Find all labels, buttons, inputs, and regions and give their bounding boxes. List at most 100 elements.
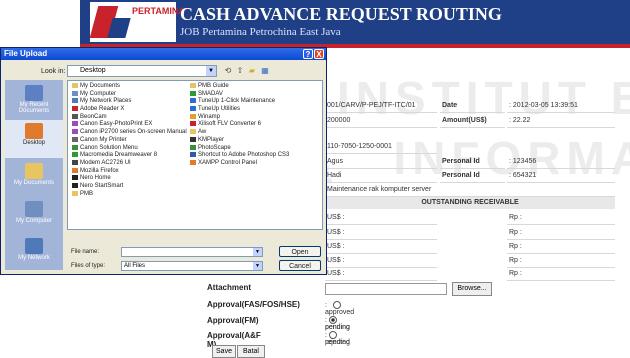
list-item[interactable]: Modem AC2726 UI bbox=[72, 159, 187, 168]
close-icon[interactable]: X bbox=[314, 49, 324, 59]
list-item[interactable]: Nero StartSmart bbox=[72, 182, 187, 191]
place-label: My Computer bbox=[15, 218, 52, 224]
file-name: PhotoScape bbox=[198, 144, 231, 151]
os-rp-5: Rp : bbox=[507, 267, 615, 281]
file-name: Canon Solution Menu bbox=[80, 144, 138, 151]
file-name: BeonCam bbox=[80, 113, 107, 120]
date-value: : 2012-03-05 13:39:51 bbox=[507, 99, 615, 113]
back-icon[interactable]: ⟲ bbox=[223, 66, 233, 76]
file-type-select[interactable]: All Files ▼ bbox=[121, 261, 263, 271]
list-item[interactable]: SMADAV bbox=[190, 90, 289, 99]
list-item[interactable]: KMPlayer bbox=[190, 136, 289, 145]
save-button[interactable]: Save bbox=[212, 345, 236, 358]
logo-shape-blue bbox=[107, 18, 131, 38]
attachment-input[interactable] bbox=[325, 283, 447, 295]
list-item[interactable]: PMB Guide bbox=[190, 83, 289, 91]
my-documents-icon bbox=[25, 163, 43, 179]
os-rp-3: Rp : bbox=[507, 240, 615, 254]
list-item[interactable]: Nero Home bbox=[72, 175, 187, 183]
place-label: Desktop bbox=[22, 140, 45, 146]
chevron-down-icon[interactable]: ▼ bbox=[206, 66, 216, 76]
file-name: Aw bbox=[198, 129, 207, 136]
list-item[interactable]: Mozilla Firefox bbox=[72, 167, 187, 176]
page-title: CASH ADVANCE REQUEST ROUTING bbox=[180, 4, 502, 24]
pertamina-logo: PERTAMINA bbox=[89, 2, 185, 42]
list-item[interactable]: Canon iP2700 series On-screen Manual bbox=[72, 129, 187, 137]
description: Maintenance rak komputer server bbox=[325, 183, 615, 197]
folder-icon bbox=[72, 190, 78, 196]
list-item[interactable]: My Documents bbox=[72, 83, 187, 91]
file-name: Canon My Printer bbox=[80, 136, 127, 143]
approved-radio[interactable] bbox=[332, 301, 341, 309]
my-computer-icon bbox=[25, 201, 43, 217]
new-folder-icon[interactable]: ▰ bbox=[247, 66, 257, 76]
os-rp-1: Rp : bbox=[507, 211, 615, 225]
personal-id-value-2: : 654321 bbox=[507, 169, 615, 183]
place-my-computer[interactable]: My Computer bbox=[5, 198, 63, 236]
list-item[interactable]: Adobe Reader X bbox=[72, 106, 187, 114]
ref-number: 001/CARV/P-PEJ/TF-ITC/01 bbox=[325, 99, 437, 113]
dreamweaver-icon bbox=[72, 152, 78, 158]
place-label: My Recent Documents bbox=[18, 102, 50, 114]
list-item[interactable]: Macromedia Dreamweaver 8 bbox=[72, 152, 187, 160]
file-name: Winamp bbox=[198, 113, 221, 120]
list-item[interactable]: PMB bbox=[72, 190, 187, 199]
list-item[interactable]: Aw bbox=[190, 129, 289, 137]
up-folder-icon[interactable]: ⇧ bbox=[235, 66, 245, 76]
camera-icon bbox=[72, 113, 78, 119]
file-name: XAMPP Control Panel bbox=[198, 159, 257, 166]
list-item[interactable]: My Network Places bbox=[72, 98, 187, 106]
open-button[interactable]: Open bbox=[279, 246, 321, 257]
place-my-network[interactable]: My Network bbox=[5, 235, 63, 273]
file-list[interactable]: My Documents My Computer My Network Plac… bbox=[67, 80, 323, 230]
converter-icon bbox=[190, 121, 196, 127]
chevron-down-icon[interactable]: ▼ bbox=[253, 248, 262, 256]
file-name: Canon Easy-PhotoPrint EX bbox=[80, 121, 153, 128]
place-desktop[interactable]: Desktop bbox=[5, 120, 63, 158]
approval-colon: : bbox=[325, 301, 327, 309]
list-item[interactable]: BeonCam bbox=[72, 113, 187, 122]
dialog-titlebar[interactable]: File Upload ? X bbox=[1, 48, 326, 60]
app-icon bbox=[72, 129, 78, 135]
app-icon bbox=[72, 121, 78, 127]
network-icon bbox=[72, 98, 78, 104]
list-item[interactable]: Winamp bbox=[190, 113, 289, 122]
file-name: KMPlayer bbox=[198, 136, 225, 143]
place-label: My Network bbox=[18, 255, 50, 261]
cancel-button[interactable]: Cancel bbox=[279, 260, 321, 271]
list-item[interactable]: TuneUp Utilities bbox=[190, 106, 289, 114]
outstanding-header: OUTSTANDING RECEIVABLE bbox=[325, 197, 615, 209]
page-header: PERTAMINA CASH ADVANCE REQUEST ROUTING J… bbox=[80, 0, 630, 44]
list-item[interactable]: XAMPP Control Panel bbox=[190, 159, 289, 168]
approved-label: approved bbox=[325, 309, 355, 316]
file-list-column-1: My Documents My Computer My Network Plac… bbox=[72, 83, 187, 198]
file-name: Canon iP2700 series On-screen Manual bbox=[80, 129, 187, 136]
file-name: My Network Places bbox=[80, 98, 132, 105]
place-recent[interactable]: My Recent Documents bbox=[5, 82, 63, 120]
list-item[interactable]: Canon Easy-PhotoPrint EX bbox=[72, 121, 187, 129]
list-item[interactable]: PhotoScape bbox=[190, 144, 289, 153]
list-item[interactable]: Xilisoft FLV Converter 6 bbox=[190, 121, 289, 129]
xampp-icon bbox=[190, 159, 196, 165]
browse-button[interactable]: Browse... bbox=[452, 282, 492, 296]
views-menu-icon[interactable]: ▦ bbox=[260, 66, 270, 76]
list-item[interactable]: TuneUp 1-Click Maintenance bbox=[190, 98, 289, 106]
cancel-form-button[interactable]: Batal bbox=[237, 345, 265, 358]
list-item[interactable]: Shortcut to Adobe Photoshop CS3 bbox=[190, 152, 289, 160]
chevron-down-icon[interactable]: ▼ bbox=[253, 262, 262, 270]
date-label: Date bbox=[440, 99, 505, 113]
amount-usd-label: Amount(US$) bbox=[440, 114, 505, 128]
place-my-documents[interactable]: My Documents bbox=[5, 160, 63, 198]
list-item[interactable]: Canon My Printer bbox=[72, 136, 187, 145]
list-item[interactable]: Canon Solution Menu bbox=[72, 144, 187, 153]
photoshop-icon bbox=[190, 152, 196, 158]
help-icon[interactable]: ? bbox=[303, 49, 313, 59]
personal-id-label-2: Personal Id bbox=[440, 169, 505, 183]
look-in-select[interactable]: Desktop ▼ bbox=[67, 65, 217, 77]
file-name-input[interactable]: ▼ bbox=[121, 247, 263, 257]
amount-value: 200000 bbox=[325, 114, 437, 128]
modem-icon bbox=[72, 159, 78, 165]
file-name: Adobe Reader X bbox=[80, 106, 125, 113]
list-item[interactable]: My Computer bbox=[72, 90, 187, 99]
os-rp-2: Rp : bbox=[507, 226, 615, 240]
